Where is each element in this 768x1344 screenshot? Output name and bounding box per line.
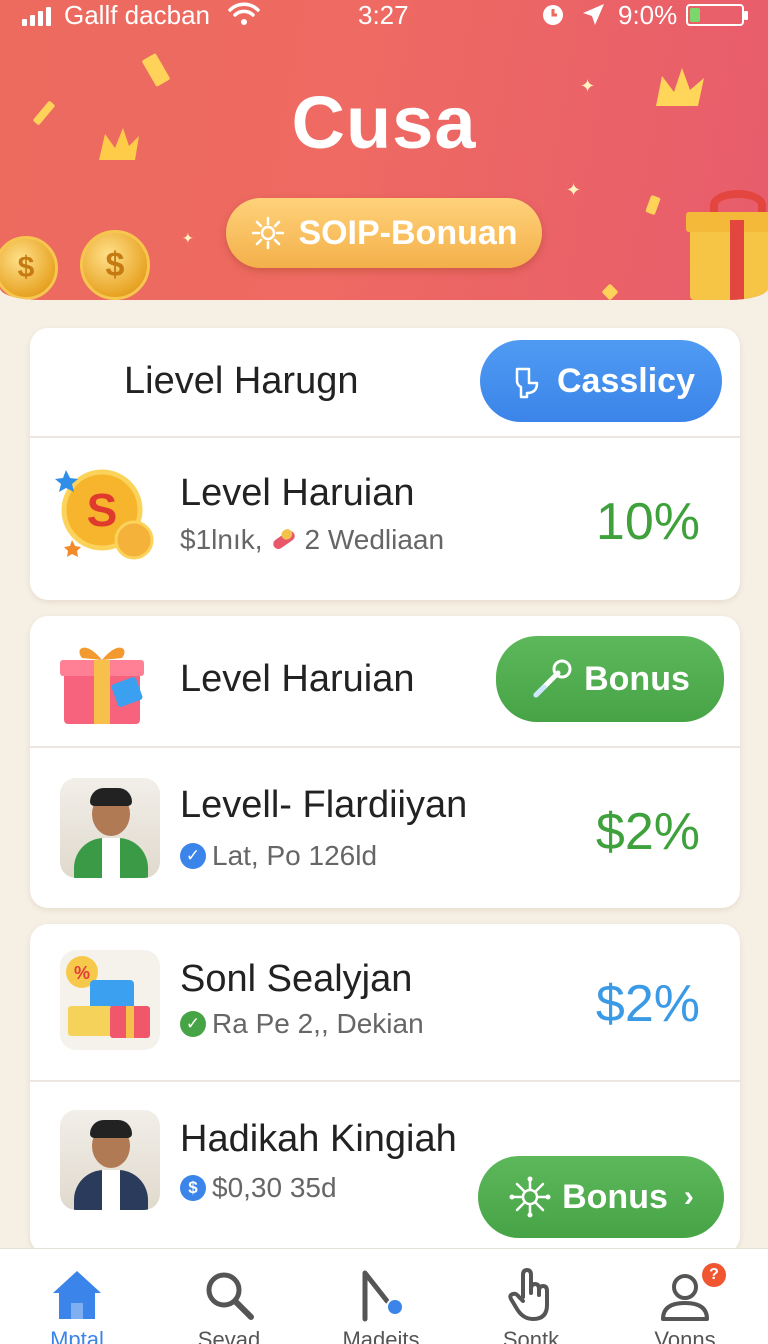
coin-decoration: $: [0, 236, 58, 300]
status-bar: Gallf dacban 3:27 9:0%: [0, 0, 768, 34]
row-subtitle: ✓ Ra Pe 2,, Dekian: [180, 1008, 424, 1040]
sparkle-decoration: ✦: [566, 180, 582, 200]
dollar-icon: $: [180, 1175, 206, 1201]
bonus-button[interactable]: Bonus ›: [478, 1156, 724, 1238]
bottom-nav: Mptal Sevad Madeits Sontk ? Vonns: [0, 1248, 768, 1344]
avatar: [60, 778, 160, 878]
battery-percent: 9:0%: [618, 0, 678, 30]
nav-label: Mptal: [50, 1327, 104, 1344]
bonus-button-label: Bonus: [562, 1177, 668, 1216]
row-subtitle: $ $0,30 35d: [180, 1172, 337, 1204]
row-subtitle-text: Ra Pe 2,, Dekian: [212, 1008, 424, 1039]
clock: 3:27: [358, 0, 409, 30]
bonus-button-label: Bonus: [584, 659, 690, 698]
row-title: Level Haruian: [180, 658, 415, 700]
network-icon: [509, 1176, 551, 1218]
nav-item-profile[interactable]: ? Vonns: [620, 1249, 750, 1344]
classify-button-label: Casslicy: [557, 361, 695, 400]
confetti-decoration: [645, 194, 661, 216]
nav-item-markers[interactable]: Madeits: [316, 1249, 446, 1344]
avatar: [60, 1110, 160, 1210]
marker-icon: [362, 1270, 404, 1322]
list-item[interactable]: Levell- Flardiiyan ✓ Lat, Po 126ld $2%: [30, 748, 740, 908]
row-subtitle: $1lnık, 2 Wedliaan: [180, 524, 444, 556]
confetti-decoration: [601, 283, 619, 300]
sparkle-icon: [252, 216, 285, 250]
row-subtitle-part: $1lnık,: [180, 524, 263, 555]
basket-icon: %: [60, 950, 160, 1050]
search-icon: [206, 1272, 254, 1320]
row-subtitle-text: $0,30 35d: [212, 1172, 337, 1203]
list-item[interactable]: % Sonl Sealyjan ✓ Ra Pe 2,, Dekian $2%: [30, 924, 740, 1080]
row-value: 10%: [595, 493, 700, 551]
section-title: Lievel Harugn: [124, 360, 359, 402]
check-icon: ✓: [180, 1011, 206, 1037]
verified-icon: ✓: [180, 843, 206, 869]
nav-label: Madeits: [342, 1327, 420, 1344]
row-title: Level Haruian: [180, 472, 415, 514]
section-header: Lievel Harugn Casslicy: [30, 328, 740, 436]
nav-label: Sevad: [197, 1327, 261, 1344]
coin-decoration: $: [80, 230, 150, 300]
battery-level: [690, 8, 700, 22]
wand-icon: [533, 659, 572, 698]
app-title: Cusa: [291, 81, 477, 164]
gift-decoration: [686, 190, 768, 300]
row-value: $2%: [595, 975, 700, 1033]
row-title: Sonl Sealyjan: [180, 958, 413, 1000]
nav-label: Sontk: [502, 1327, 560, 1344]
row-subtitle: ✓ Lat, Po 126ld: [180, 840, 377, 872]
bonus-button-label: SOIP-Bonuan: [298, 213, 518, 252]
bonus-button[interactable]: SOIP-Bonuan: [226, 198, 542, 268]
nav-label: Vonns: [654, 1327, 716, 1344]
notification-badge: ?: [702, 1263, 726, 1287]
row-subtitle-text: Lat, Po 126ld: [212, 840, 378, 871]
svg-text:%: %: [74, 963, 90, 983]
chevron-right-icon: ›: [683, 1180, 694, 1213]
list-item[interactable]: Hadikah Kingiah $ $0,30 35d Bonus ›: [30, 1082, 740, 1254]
row-subtitle-part: 2 Wedliaan: [304, 524, 445, 555]
gift-icon: [56, 630, 156, 730]
coin-icon: S: [52, 458, 162, 568]
header-banner: Gallf dacban 3:27 9:0% $ $ ✦ ✦ ✦ Cusa SO…: [0, 0, 768, 300]
row-title: Hadikah Kingiah: [180, 1118, 457, 1160]
location-icon: [583, 4, 604, 25]
level-card: % Sonl Sealyjan ✓ Ra Pe 2,, Dekian $2% H…: [30, 924, 740, 1254]
sparkle-decoration: ✦: [182, 230, 194, 246]
nav-item-home[interactable]: Mptal: [12, 1249, 142, 1344]
list-item[interactable]: Level Haruian Bonus: [30, 616, 740, 746]
classify-button[interactable]: Casslicy: [480, 340, 722, 422]
nav-item-touch[interactable]: Sontk: [466, 1249, 596, 1344]
home-icon: [53, 1271, 101, 1319]
bonus-button[interactable]: Bonus: [496, 636, 724, 722]
svg-text:S: S: [87, 484, 118, 536]
row-title: Levell- Flardiiyan: [180, 784, 468, 826]
wifi-icon: [228, 2, 260, 25]
pill-icon: [272, 529, 295, 550]
signal-icon: [22, 6, 51, 26]
level-card: Lievel Harugn Casslicy S Level Haruian $…: [30, 328, 740, 600]
level-card: Level Haruian Bonus Levell- Flardiiyan ✓…: [30, 616, 740, 908]
carrier-name: Gallf dacban: [64, 0, 210, 30]
toilet-icon: [515, 367, 539, 399]
row-value: $2%: [595, 803, 700, 861]
list-item[interactable]: S Level Haruian $1lnık, 2 Wedliaan 10%: [30, 438, 740, 600]
hand-icon: [508, 1268, 549, 1321]
alarm-icon: [543, 5, 563, 25]
nav-item-search[interactable]: Sevad: [164, 1249, 294, 1344]
battery-icon: [686, 4, 748, 26]
